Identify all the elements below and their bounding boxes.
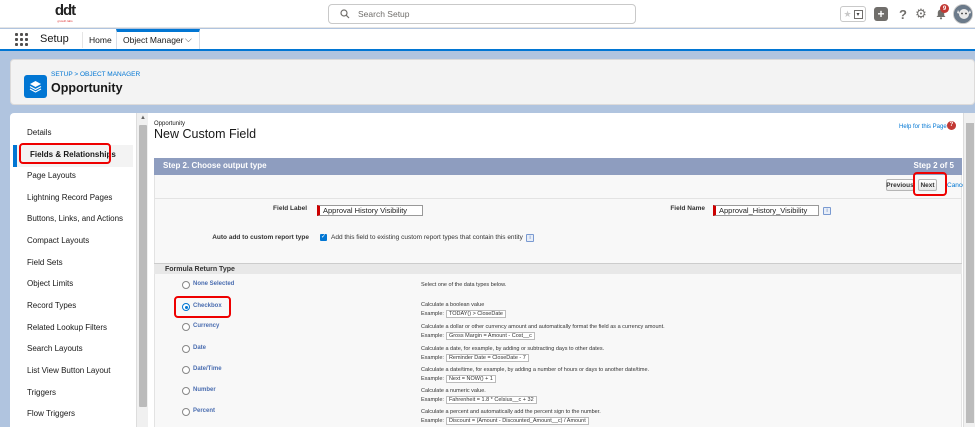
sidebar-item-page-layouts[interactable]: Page Layouts [27,171,76,180]
radio-percent[interactable] [182,408,190,416]
option-label-date[interactable]: Date [193,345,206,351]
radio-datetime[interactable] [182,366,190,374]
option-example-currency: Example: Gross Margin = Amount - Cost__c [421,332,535,340]
user-avatar[interactable] [953,4,973,24]
sidebar-item-triggers[interactable]: Triggers [27,388,56,397]
option-example-datetime: Example: Next = NOW() + 1 [421,375,496,383]
global-actions-plus-icon[interactable]: + [874,7,888,21]
sidebar-item-list-view-button-layout[interactable]: List View Button Layout [27,366,110,375]
page-title: Opportunity [51,81,123,95]
search-input[interactable]: Search Setup [328,4,636,24]
app-launcher-icon[interactable] [15,33,28,46]
option-label-currency[interactable]: Currency [193,323,219,329]
chevron-down-icon[interactable]: ⌵ [185,34,192,45]
option-example-percent: Example: Discount = (Amount - Discounted_… [421,417,589,425]
option-label-number[interactable]: Number [193,387,216,393]
help-question-icon[interactable]: ? [947,121,956,130]
field-name-info-icon[interactable]: i [823,207,831,215]
option-desc-currency: Calculate a dollar or other currency amo… [421,324,665,330]
form-body [154,175,962,427]
option-desc-datetime: Calculate a date/time, for example, by a… [421,367,650,373]
sidebar-item-object-limits[interactable]: Object Limits [27,279,73,288]
step-count: Step 2 of 5 [913,161,954,170]
app-name: Setup [40,33,69,45]
auto-add-text: Add this field to existing custom report… [331,234,523,241]
sidebar-scrollbar-thumb[interactable] [139,125,147,407]
global-header: ddt growth labs Search Setup ★ ▾ + ? ⚙ 9 [0,0,975,28]
object-page-header: SETUP > OBJECT MANAGER Opportunity [10,59,975,105]
field-label-input[interactable]: Approval History Visibility [317,205,423,216]
tab-home[interactable]: Home [89,35,112,45]
formula-return-type-header: Formula Return Type [154,263,962,274]
option-example-checkbox: Example: TODAY() > CloseDate [421,310,506,318]
auto-add-label: Auto add to custom report type [212,234,309,241]
divider [154,198,962,199]
sidebar-item-buttons-links-actions[interactable]: Buttons, Links, and Actions [27,214,123,223]
option-desc-number: Calculate a numeric value. [421,388,486,394]
field-label-label: Field Label [273,205,307,212]
star-icon: ★ [843,8,852,19]
option-label-none-selected[interactable]: None Selected [193,281,234,287]
search-placeholder: Search Setup [358,9,410,19]
gear-icon[interactable]: ⚙ [914,4,928,24]
sidebar-item-flow-triggers[interactable]: Flow Triggers [27,409,75,418]
radio-date[interactable] [182,345,190,353]
radio-currency[interactable] [182,323,190,331]
notification-count-badge: 9 [940,4,949,13]
favorites-button[interactable]: ★ ▾ [840,6,866,22]
step-label: Step 2. Choose output type [163,161,267,170]
avatar-image [954,5,972,23]
field-name-input[interactable]: Approval_History_Visibility [713,205,819,216]
company-logo[interactable]: ddt growth labs [52,3,78,25]
help-for-page-link[interactable]: Help for this Page [899,124,947,130]
sidebar-item-field-sets[interactable]: Field Sets [27,258,63,267]
auto-add-info-icon[interactable]: i [526,234,534,242]
search-icon [340,9,350,19]
sidebar-item-search-layouts[interactable]: Search Layouts [27,344,83,353]
object-manager-layers-icon [24,75,47,98]
section-title: Formula Return Type [165,266,235,273]
sidebar-item-related-lookup-filters[interactable]: Related Lookup Filters [27,323,107,332]
page-scrollbar-thumb[interactable] [966,123,974,423]
sidebar-scrollbar[interactable]: ▲ [136,113,148,427]
option-desc-date: Calculate a date, for example, by adding… [421,346,605,352]
highlight-box [174,296,231,318]
previous-button[interactable]: Previous [886,179,914,191]
highlight-box [19,143,111,164]
highlight-box [913,172,947,196]
object-sidebar: Details Fields & Relationships Page Layo… [10,113,136,427]
help-icon[interactable]: ? [896,4,910,24]
page-scrollbar[interactable] [963,113,975,427]
tab-object-manager[interactable]: Object Manager ⌵ [116,29,200,49]
setup-nav-bar: Setup Home Object Manager ⌵ [0,29,975,51]
breadcrumb[interactable]: SETUP > OBJECT MANAGER [51,71,140,78]
step-header: Step 2. Choose output type Step 2 of 5 [154,158,962,175]
sidebar-item-lightning-record-pages[interactable]: Lightning Record Pages [27,193,112,202]
main-panel: Details Fields & Relationships Page Layo… [10,113,975,427]
nav-divider [82,32,83,48]
sidebar-item-details[interactable]: Details [27,128,51,137]
option-label-percent[interactable]: Percent [193,408,215,414]
option-example-date: Example: Reminder Date = CloseDate - 7 [421,354,529,362]
radio-none-selected[interactable] [182,281,190,289]
content-title: New Custom Field [154,127,257,141]
sidebar-item-compact-layouts[interactable]: Compact Layouts [27,236,89,245]
logo-text: ddt [54,2,76,19]
sidebar-item-record-types[interactable]: Record Types [27,301,76,310]
option-desc-checkbox: Calculate a boolean value [421,302,485,308]
option-label-datetime[interactable]: Date/Time [193,366,222,372]
auto-add-checkbox[interactable]: ✓ [320,234,327,241]
option-desc-none-selected: Select one of the data types below. [421,282,507,288]
favorites-dropdown-icon[interactable]: ▾ [853,9,863,19]
new-custom-field-content: Opportunity New Custom Field Help for th… [153,113,973,427]
tab-object-manager-label: Object Manager [123,35,184,45]
field-name-label: Field Name [670,205,705,212]
option-desc-percent: Calculate a percent and automatically ad… [421,409,601,415]
radio-number[interactable] [182,387,190,395]
option-example-number: Example: Fahrenheit = 1.8 * Celsius__c + … [421,396,537,404]
scroll-up-arrow-icon[interactable]: ▲ [140,115,146,121]
logo-tagline: growth labs [57,19,73,23]
